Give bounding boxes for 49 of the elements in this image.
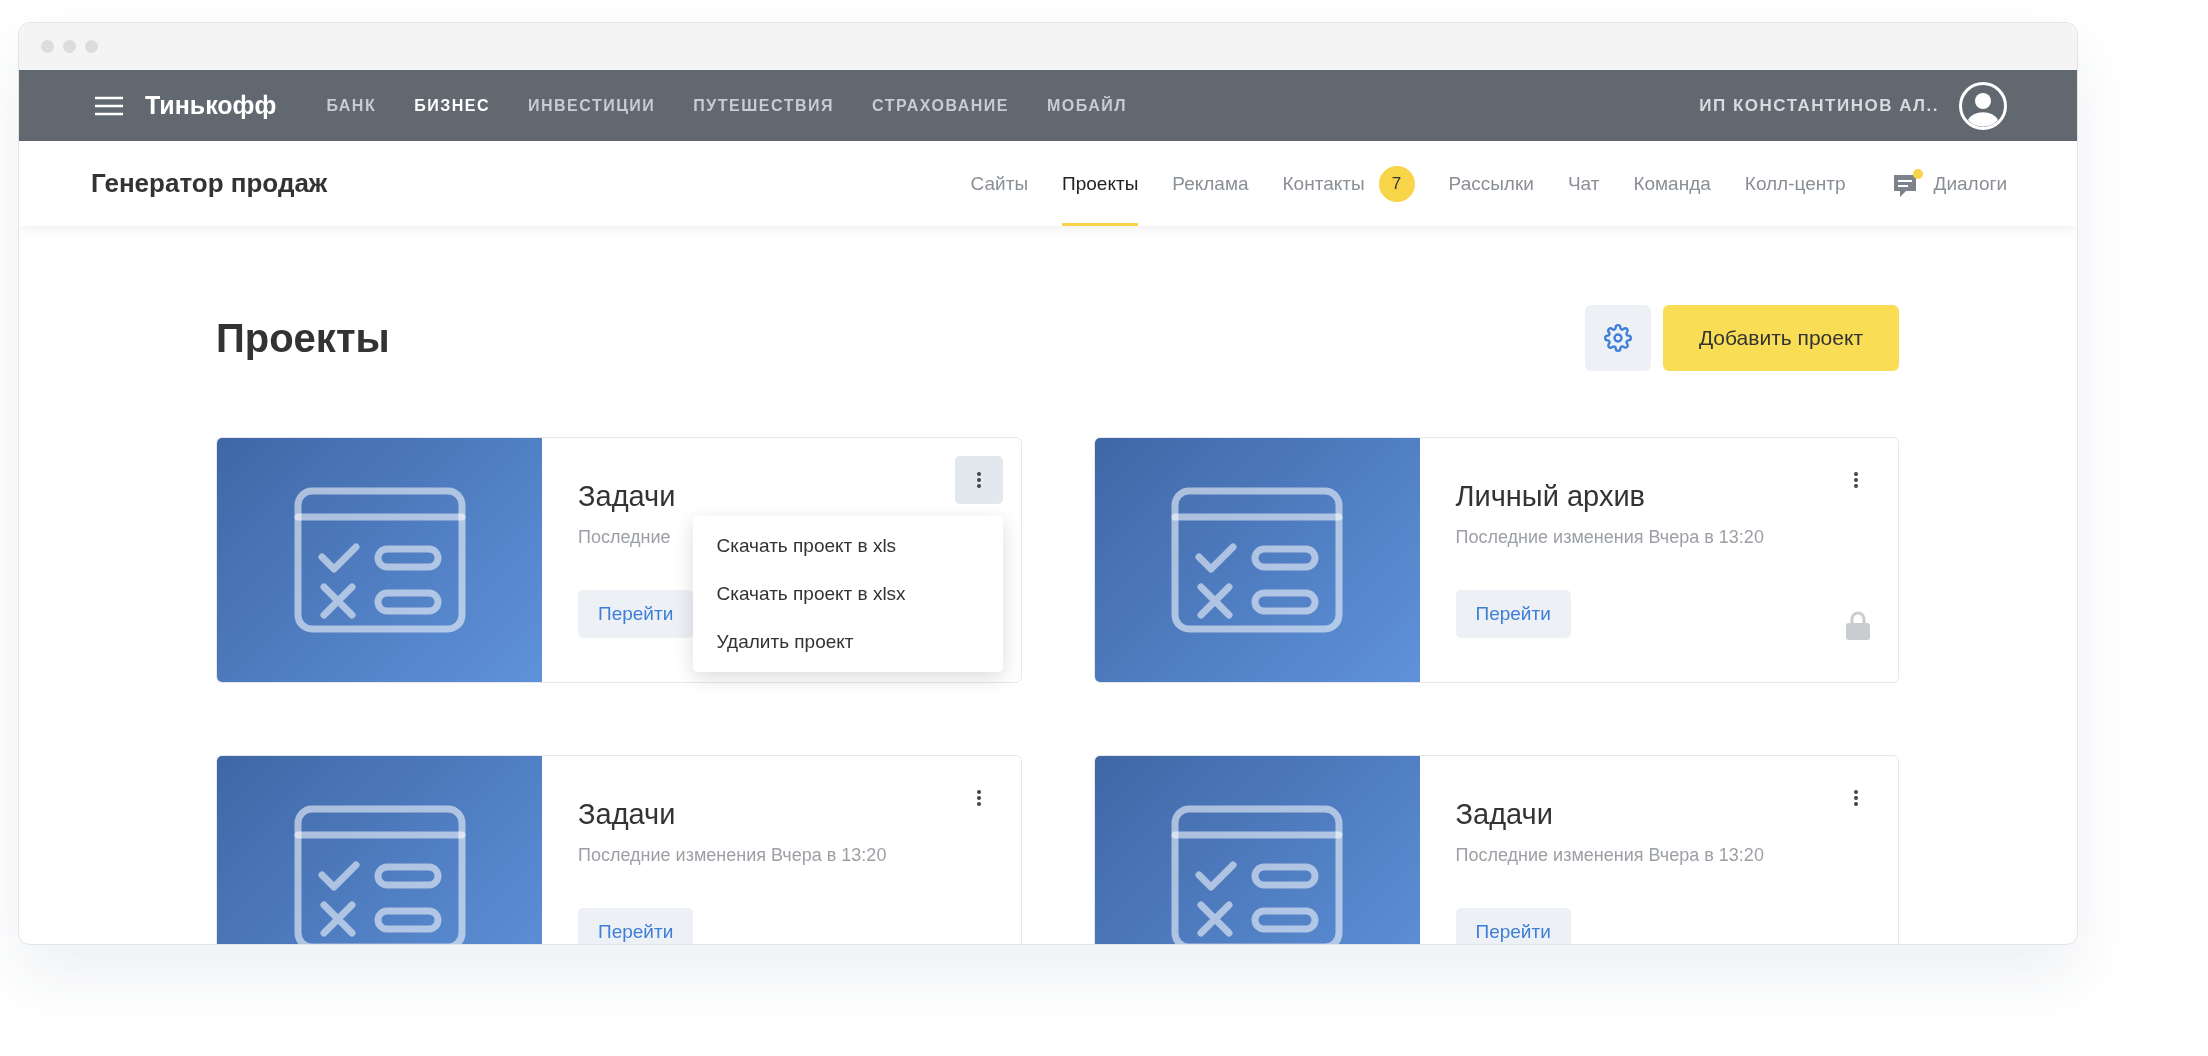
more-button[interactable] xyxy=(954,456,1003,504)
avatar-icon[interactable] xyxy=(1959,81,2007,130)
open-button[interactable]: Перейти xyxy=(578,908,694,944)
card-title: Задачи xyxy=(578,480,677,513)
nav-tab[interactable]: Рассылки xyxy=(1448,141,1534,226)
window-dot[interactable] xyxy=(85,40,98,53)
nav-link[interactable]: ИНВЕСТИЦИИ xyxy=(527,96,656,115)
nav-tab[interactable]: Проекты xyxy=(1062,141,1139,226)
card-title: Задачи xyxy=(578,798,677,831)
open-button[interactable]: Перейти xyxy=(1455,908,1571,944)
nav-tab[interactable]: Команда xyxy=(1633,141,1711,226)
kebab-icon xyxy=(1854,790,1858,806)
menu-icon[interactable] xyxy=(95,95,123,116)
add-project-button[interactable]: Добавить проект xyxy=(1662,305,1899,371)
window-dot[interactable] xyxy=(63,40,76,53)
card-subtitle: Последние изменения Вчера в 13:20 xyxy=(1455,527,1764,548)
card-subtitle: Последние xyxy=(578,527,671,548)
nav-link[interactable]: МОБАЙЛ xyxy=(1047,96,1127,115)
nav-tab[interactable]: Контакты 7 xyxy=(1282,141,1415,226)
nav-tab[interactable]: Сайты xyxy=(970,141,1029,226)
nav-tab[interactable]: Реклама xyxy=(1172,141,1249,226)
menu-item[interactable]: Скачать проект в xlsx xyxy=(692,570,1003,618)
nav-link[interactable]: БИЗНЕС xyxy=(414,96,490,115)
logo[interactable]: Тинькофф xyxy=(145,91,277,120)
card-title: Личный архив xyxy=(1455,480,1646,513)
open-button[interactable]: Перейти xyxy=(1455,590,1571,638)
kebab-icon xyxy=(1854,472,1858,488)
card-subtitle: Последние изменения Вчера в 13:20 xyxy=(1455,845,1764,866)
kebab-icon xyxy=(976,472,981,488)
settings-button[interactable] xyxy=(1584,305,1651,371)
count-badge: 7 xyxy=(1378,165,1415,202)
product-title: Генератор продаж xyxy=(91,168,329,199)
tab-label: Контакты xyxy=(1282,172,1365,195)
open-button[interactable]: Перейти xyxy=(578,590,694,638)
dialogs-link[interactable]: Диалоги xyxy=(1891,141,2007,226)
nav-tab[interactable]: Чат xyxy=(1567,141,1600,226)
nav-link[interactable]: СТРАХОВАНИЕ xyxy=(872,96,1009,115)
menu-item[interactable]: Скачать проект в xls xyxy=(692,522,1003,570)
kebab-icon xyxy=(976,790,981,806)
window-dot[interactable] xyxy=(41,40,54,53)
settings-icon xyxy=(1603,324,1632,352)
nav-tab[interactable]: Колл-центр xyxy=(1744,141,1846,226)
card-subtitle: Последние изменения Вчера в 13:20 xyxy=(578,845,887,866)
nav-link[interactable]: ПУТЕШЕСТВИЯ xyxy=(693,96,834,115)
card-title: Задачи xyxy=(1455,798,1554,831)
page-title: Проекты xyxy=(216,315,391,361)
user-name[interactable]: ИП КОНСТАНТИНОВ АЛ.. xyxy=(1699,95,1939,116)
menu-item[interactable]: Удалить проект xyxy=(692,618,1003,666)
nav-link[interactable]: БАНК xyxy=(326,96,377,115)
